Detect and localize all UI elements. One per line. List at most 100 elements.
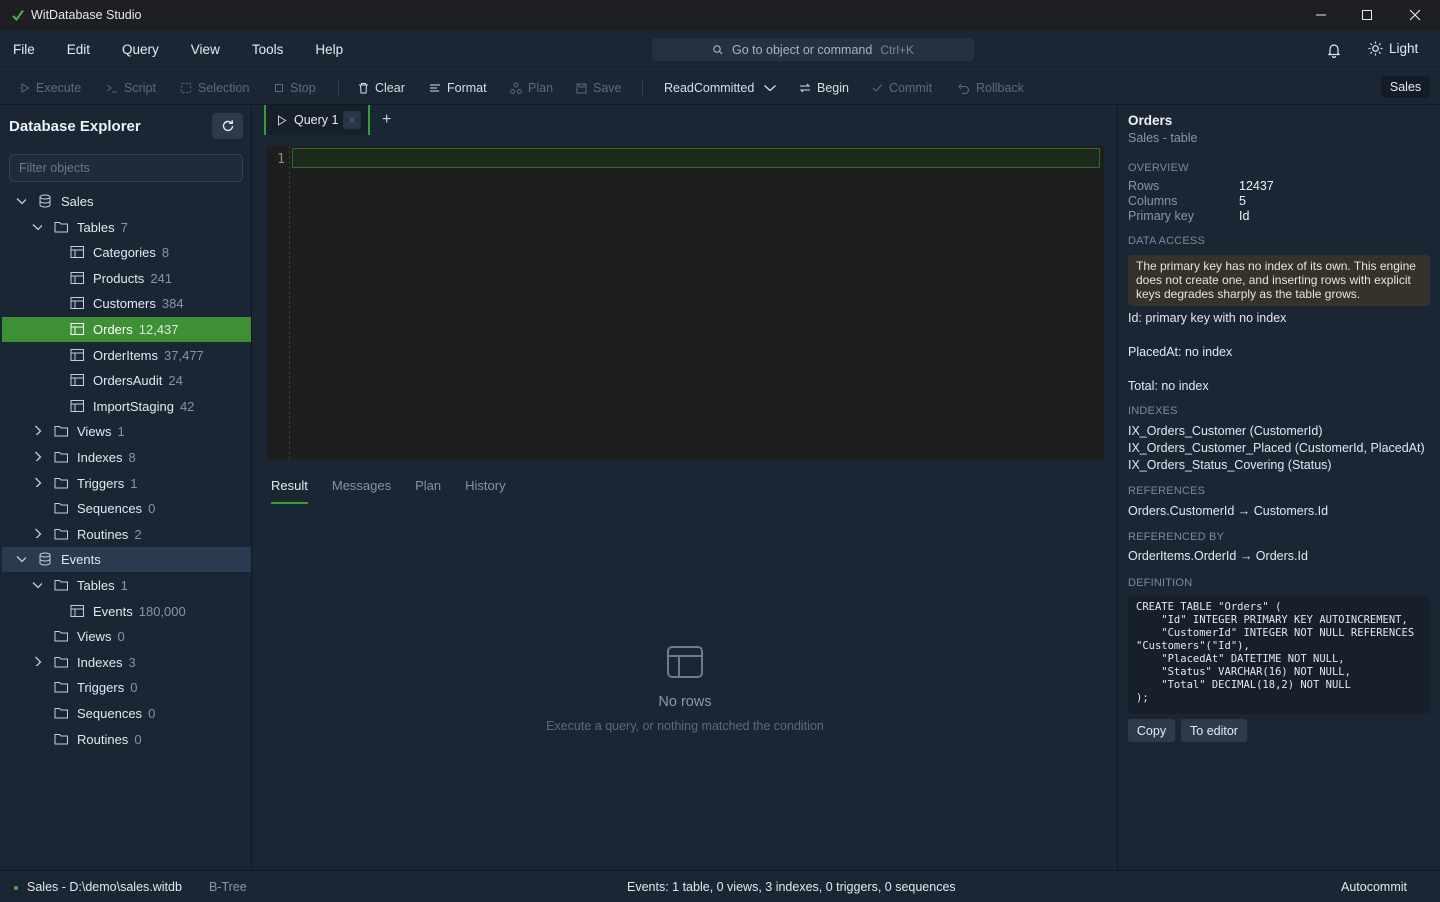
rollback-button[interactable]: Rollback [958,79,1024,97]
format-button[interactable]: Format [429,79,487,97]
format-label: Format [447,81,487,95]
rows-value: 12437 [1239,179,1274,193]
table-node[interactable]: OrderItems 37,477 [2,343,251,368]
folder-node[interactable]: Views 0 [2,624,251,649]
save-button[interactable]: Save [576,79,622,97]
table-node[interactable]: Events 180,000 [2,599,251,624]
explorer-title: Database Explorer [9,118,141,135]
close-window-button[interactable] [1392,0,1438,30]
close-tab-button[interactable] [343,111,361,129]
node-count: 8 [161,245,170,261]
stop-icon [275,84,283,92]
menu-edit[interactable]: Edit [54,42,90,57]
filter-objects-input[interactable] [9,154,243,182]
plan-button[interactable]: Plan [510,79,553,97]
menu-file[interactable]: File [0,42,35,57]
node-name: Indexes [77,654,123,670]
tree-node-label: Triggers 1 [77,476,137,491]
columns-row: Columns 5 [1128,194,1246,208]
tab-history[interactable]: History [465,478,505,504]
tab-query-1[interactable]: Query 1 [264,105,370,135]
begin-button[interactable]: Begin [799,79,849,97]
folder-node[interactable]: Sequences 0 [2,496,251,521]
selection-button[interactable]: Selection [180,79,249,97]
chevron-right-icon[interactable] [32,477,42,487]
tree-node-label: Tables 1 [77,578,128,593]
maximize-button[interactable] [1344,0,1390,30]
add-tab-button[interactable]: + [382,111,391,129]
node-count: 0 [148,706,156,721]
notifications-button[interactable] [1326,42,1342,58]
folder-node[interactable]: Indexes 3 [2,650,251,675]
database-node[interactable]: Events [2,547,251,573]
node-name: Customers [93,296,156,312]
tree-node-label: Views 1 [77,424,125,439]
chevron-right-icon[interactable] [32,656,42,666]
folder-node[interactable]: Triggers 1 [2,471,251,496]
copy-button[interactable]: Copy [1128,719,1175,742]
selection-label: Selection [198,81,250,95]
plan-label: Plan [528,81,554,95]
to-editor-button[interactable]: To editor [1181,719,1247,742]
connection-info: Sales - D:\demo\sales.witdb [27,880,182,894]
tab-messages[interactable]: Messages [332,478,391,504]
chevron-down-icon[interactable] [32,221,42,231]
tree-node-label: Triggers 0 [77,680,137,695]
table-node[interactable]: OrdersAudit 24 [2,368,251,393]
folder-node[interactable]: Routines 2 [2,522,251,547]
folder-icon [54,682,68,693]
folder-icon [54,221,68,233]
menu-query[interactable]: Query [109,42,159,57]
undo-icon [958,83,969,94]
chevron-down-icon[interactable] [16,553,26,563]
chevron-right-icon[interactable] [32,425,42,436]
clear-button[interactable]: Clear [358,79,405,97]
commit-button[interactable]: Commit [872,79,932,97]
menu-tools[interactable]: Tools [239,42,284,57]
folder-node[interactable]: Sequences 0 [2,701,251,726]
chevron-right-icon[interactable] [32,451,42,461]
folder-node[interactable]: Views 1 [2,419,251,444]
isolation-level-select[interactable]: ReadCommitted [664,79,777,97]
tab-result[interactable]: Result [271,478,308,504]
table-node[interactable]: Orders 12,437 [2,317,251,342]
folder-node[interactable]: Routines 0 [2,727,251,752]
folder-node[interactable]: Triggers 0 [2,675,251,700]
chevron-right-icon[interactable] [32,528,42,538]
table-node[interactable]: Customers 384 [2,291,251,316]
execute-button[interactable]: Execute [20,79,81,97]
folder-icon [54,426,68,437]
table-node[interactable]: Products 241 [2,266,251,291]
script-button[interactable]: Script [106,79,156,97]
toolbar-divider [338,79,339,97]
command-palette[interactable]: Go to object or command Ctrl+K [652,38,974,61]
menu-help[interactable]: Help [302,42,343,57]
chevron-down-icon[interactable] [32,579,42,589]
table-node[interactable]: ImportStaging 42 [2,394,251,419]
connection-status-indicator [14,886,18,890]
database-node[interactable]: Sales [2,189,251,214]
menu-view[interactable]: View [178,42,220,57]
database-explorer: Database Explorer Sales Tables 7 Categories… [0,105,252,870]
bell-icon [1327,44,1341,58]
folder-node[interactable]: Indexes 8 [2,445,251,470]
tab-plan[interactable]: Plan [415,478,441,504]
node-count: 3 [128,654,136,670]
minimize-button[interactable] [1298,0,1344,30]
tree-node-label: Events 180,000 [93,604,186,619]
folder-node[interactable]: Tables 7 [2,215,251,240]
close-icon [1409,9,1421,21]
transaction-mode[interactable]: Autocommit [1341,880,1407,894]
chevron-down-icon[interactable] [16,195,26,205]
refresh-button[interactable] [212,113,243,139]
sql-editor[interactable]: 1 [267,146,1104,459]
theme-toggle[interactable]: Light [1368,41,1418,56]
index-item: IX_Orders_Customer (CustomerId) [1128,424,1323,438]
table-icon [70,297,84,310]
stop-button[interactable]: Stop [274,79,316,97]
table-node[interactable]: Categories 8 [2,240,251,265]
check-leaf-icon [12,9,24,21]
plan-icon [510,82,522,94]
folder-node[interactable]: Tables 1 [2,573,251,598]
active-database-badge[interactable]: Sales [1381,76,1430,98]
